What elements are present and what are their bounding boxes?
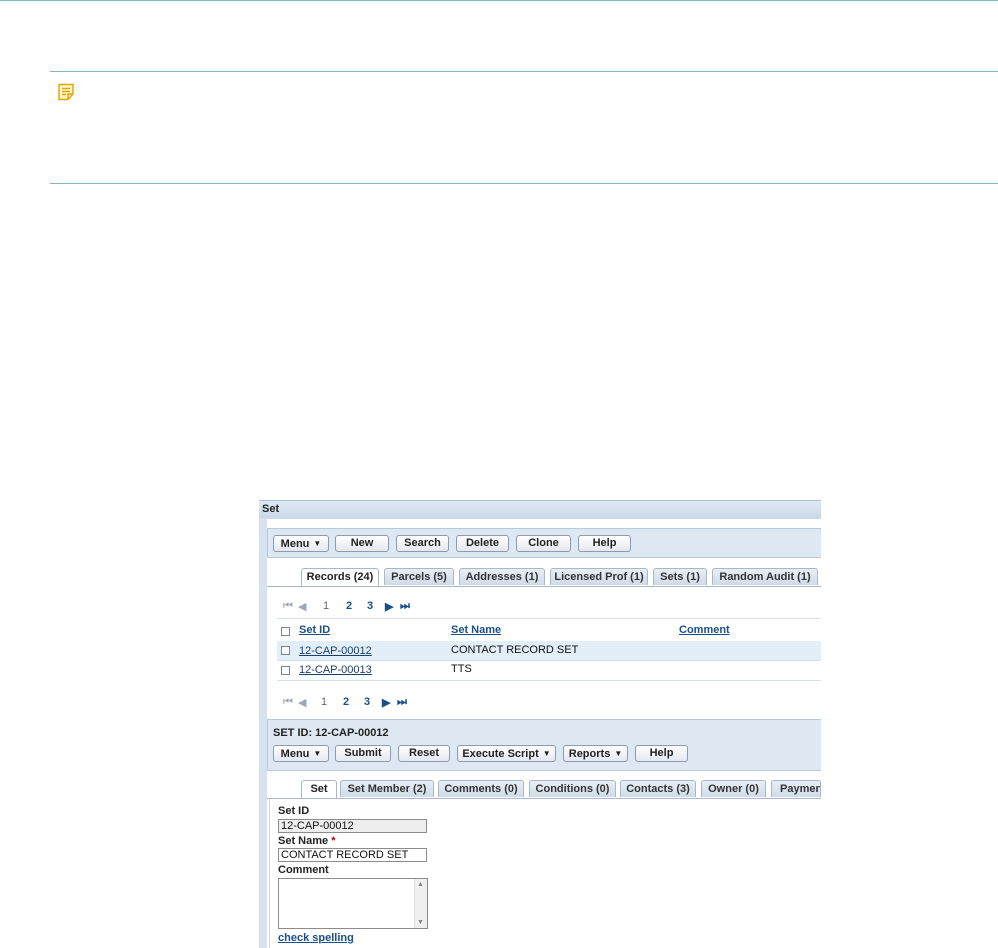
textarea-scrollbar[interactable]: ▲ ▼ xyxy=(414,879,427,928)
page-2[interactable]: 2 xyxy=(343,696,349,708)
window-title: Set xyxy=(262,503,280,515)
scroll-down-icon[interactable]: ▼ xyxy=(417,919,424,926)
detail-menu-button[interactable]: Menu ▼ xyxy=(273,745,329,762)
set-name-label-text: Set Name xyxy=(278,835,329,847)
help-button[interactable]: Help xyxy=(578,535,631,552)
top-divider xyxy=(0,0,998,1)
tab-set[interactable]: Set xyxy=(301,780,337,798)
tab-payments[interactable]: Paymen xyxy=(771,780,821,797)
set-id-field: 12-CAP-00012 xyxy=(278,819,427,833)
chevron-down-icon: ▼ xyxy=(313,539,322,548)
row-set-id-link[interactable]: 12-CAP-00012 xyxy=(299,645,372,657)
tab-conditions[interactable]: Conditions (0) xyxy=(529,780,616,797)
top-toolbar: Menu ▼ New Search Delete Clone Help xyxy=(267,528,821,558)
note-bottom-divider xyxy=(50,183,998,184)
reset-button[interactable]: Reset xyxy=(398,745,450,762)
app-screenshot: Set Menu ▼ New Search Delete Clone Help R… xyxy=(259,500,821,948)
tab-owner[interactable]: Owner (0) xyxy=(701,780,766,797)
row-set-id-link[interactable]: 12-CAP-00013 xyxy=(299,664,372,676)
page-3[interactable]: 3 xyxy=(367,600,373,612)
comment-label: Comment xyxy=(278,864,329,876)
col-set-id[interactable]: Set ID xyxy=(299,624,330,636)
tab-records[interactable]: Records (24) xyxy=(301,568,379,586)
detail-menu-label: Menu xyxy=(280,748,310,760)
detail-toolbar: SET ID: 12-CAP-00012 Menu ▼ Submit Reset … xyxy=(267,719,821,771)
detail-tabs-baseline xyxy=(267,798,821,799)
col-comment[interactable]: Comment xyxy=(679,624,730,636)
menu-button[interactable]: Menu ▼ xyxy=(273,535,329,552)
page-1[interactable]: 1 xyxy=(321,696,327,708)
first-page-icon[interactable]: ⏮ xyxy=(283,600,293,613)
first-page-icon[interactable]: ⏮ xyxy=(283,696,293,709)
scroll-up-icon[interactable]: ▲ xyxy=(417,881,424,888)
next-page-icon[interactable]: ▶ xyxy=(385,600,393,613)
row-checkbox[interactable] xyxy=(281,666,290,675)
row-checkbox[interactable] xyxy=(281,646,290,655)
tab-set-member[interactable]: Set Member (2) xyxy=(340,780,434,797)
tab-contacts[interactable]: Contacts (3) xyxy=(620,780,696,797)
detail-help-button[interactable]: Help xyxy=(635,745,688,762)
chevron-down-icon: ▼ xyxy=(542,749,551,758)
page-2[interactable]: 2 xyxy=(346,600,352,612)
prev-page-icon[interactable]: ◀ xyxy=(298,696,306,709)
check-spelling-link[interactable]: check spelling xyxy=(278,932,354,944)
execute-script-label: Execute Script xyxy=(462,748,539,760)
new-button[interactable]: New xyxy=(335,535,389,552)
last-page-icon[interactable]: ⏭ xyxy=(397,696,407,709)
detail-header: SET ID: 12-CAP-00012 xyxy=(273,727,389,739)
tab-sets[interactable]: Sets (1) xyxy=(653,568,707,585)
prev-page-icon[interactable]: ◀ xyxy=(298,600,306,613)
reports-button[interactable]: Reports ▼ xyxy=(563,745,628,762)
chevron-down-icon: ▼ xyxy=(313,749,322,758)
chevron-down-icon: ▼ xyxy=(614,749,623,758)
last-page-icon[interactable]: ⏭ xyxy=(400,600,410,613)
menu-button-label: Menu xyxy=(280,538,310,550)
col-set-name[interactable]: Set Name xyxy=(451,624,501,636)
clone-button[interactable]: Clone xyxy=(516,535,571,552)
set-id-label: Set ID xyxy=(278,805,310,817)
table-header xyxy=(277,618,821,642)
tab-comments[interactable]: Comments (0) xyxy=(438,780,524,797)
set-name-field[interactable]: CONTACT RECORD SET xyxy=(278,848,427,862)
page-3[interactable]: 3 xyxy=(364,696,370,708)
left-frame-bar xyxy=(259,518,267,948)
note-icon xyxy=(57,83,75,101)
search-button[interactable]: Search xyxy=(396,535,449,552)
select-all-checkbox[interactable] xyxy=(281,627,290,636)
required-asterisk: * xyxy=(331,835,336,847)
tab-licensed-prof[interactable]: Licensed Prof (1) xyxy=(550,568,648,585)
submit-button[interactable]: Submit xyxy=(335,745,391,762)
delete-button[interactable]: Delete xyxy=(456,535,509,552)
set-name-label: Set Name * xyxy=(278,835,335,847)
tab-parcels[interactable]: Parcels (5) xyxy=(384,568,454,585)
execute-script-button[interactable]: Execute Script ▼ xyxy=(457,745,556,762)
page-1[interactable]: 1 xyxy=(323,600,329,612)
form-left-border xyxy=(269,799,270,948)
next-page-icon[interactable]: ▶ xyxy=(382,696,390,709)
row-set-name: TTS xyxy=(451,663,472,675)
note-top-divider xyxy=(50,71,998,72)
window-titlebar: Set xyxy=(259,500,821,519)
row-set-name: CONTACT RECORD SET xyxy=(451,644,579,656)
tab-addresses[interactable]: Addresses (1) xyxy=(459,568,545,585)
tab-random-audit[interactable]: Random Audit (1) xyxy=(712,568,818,585)
comment-textarea[interactable]: ▲ ▼ xyxy=(278,878,428,929)
reports-label: Reports xyxy=(568,748,611,760)
